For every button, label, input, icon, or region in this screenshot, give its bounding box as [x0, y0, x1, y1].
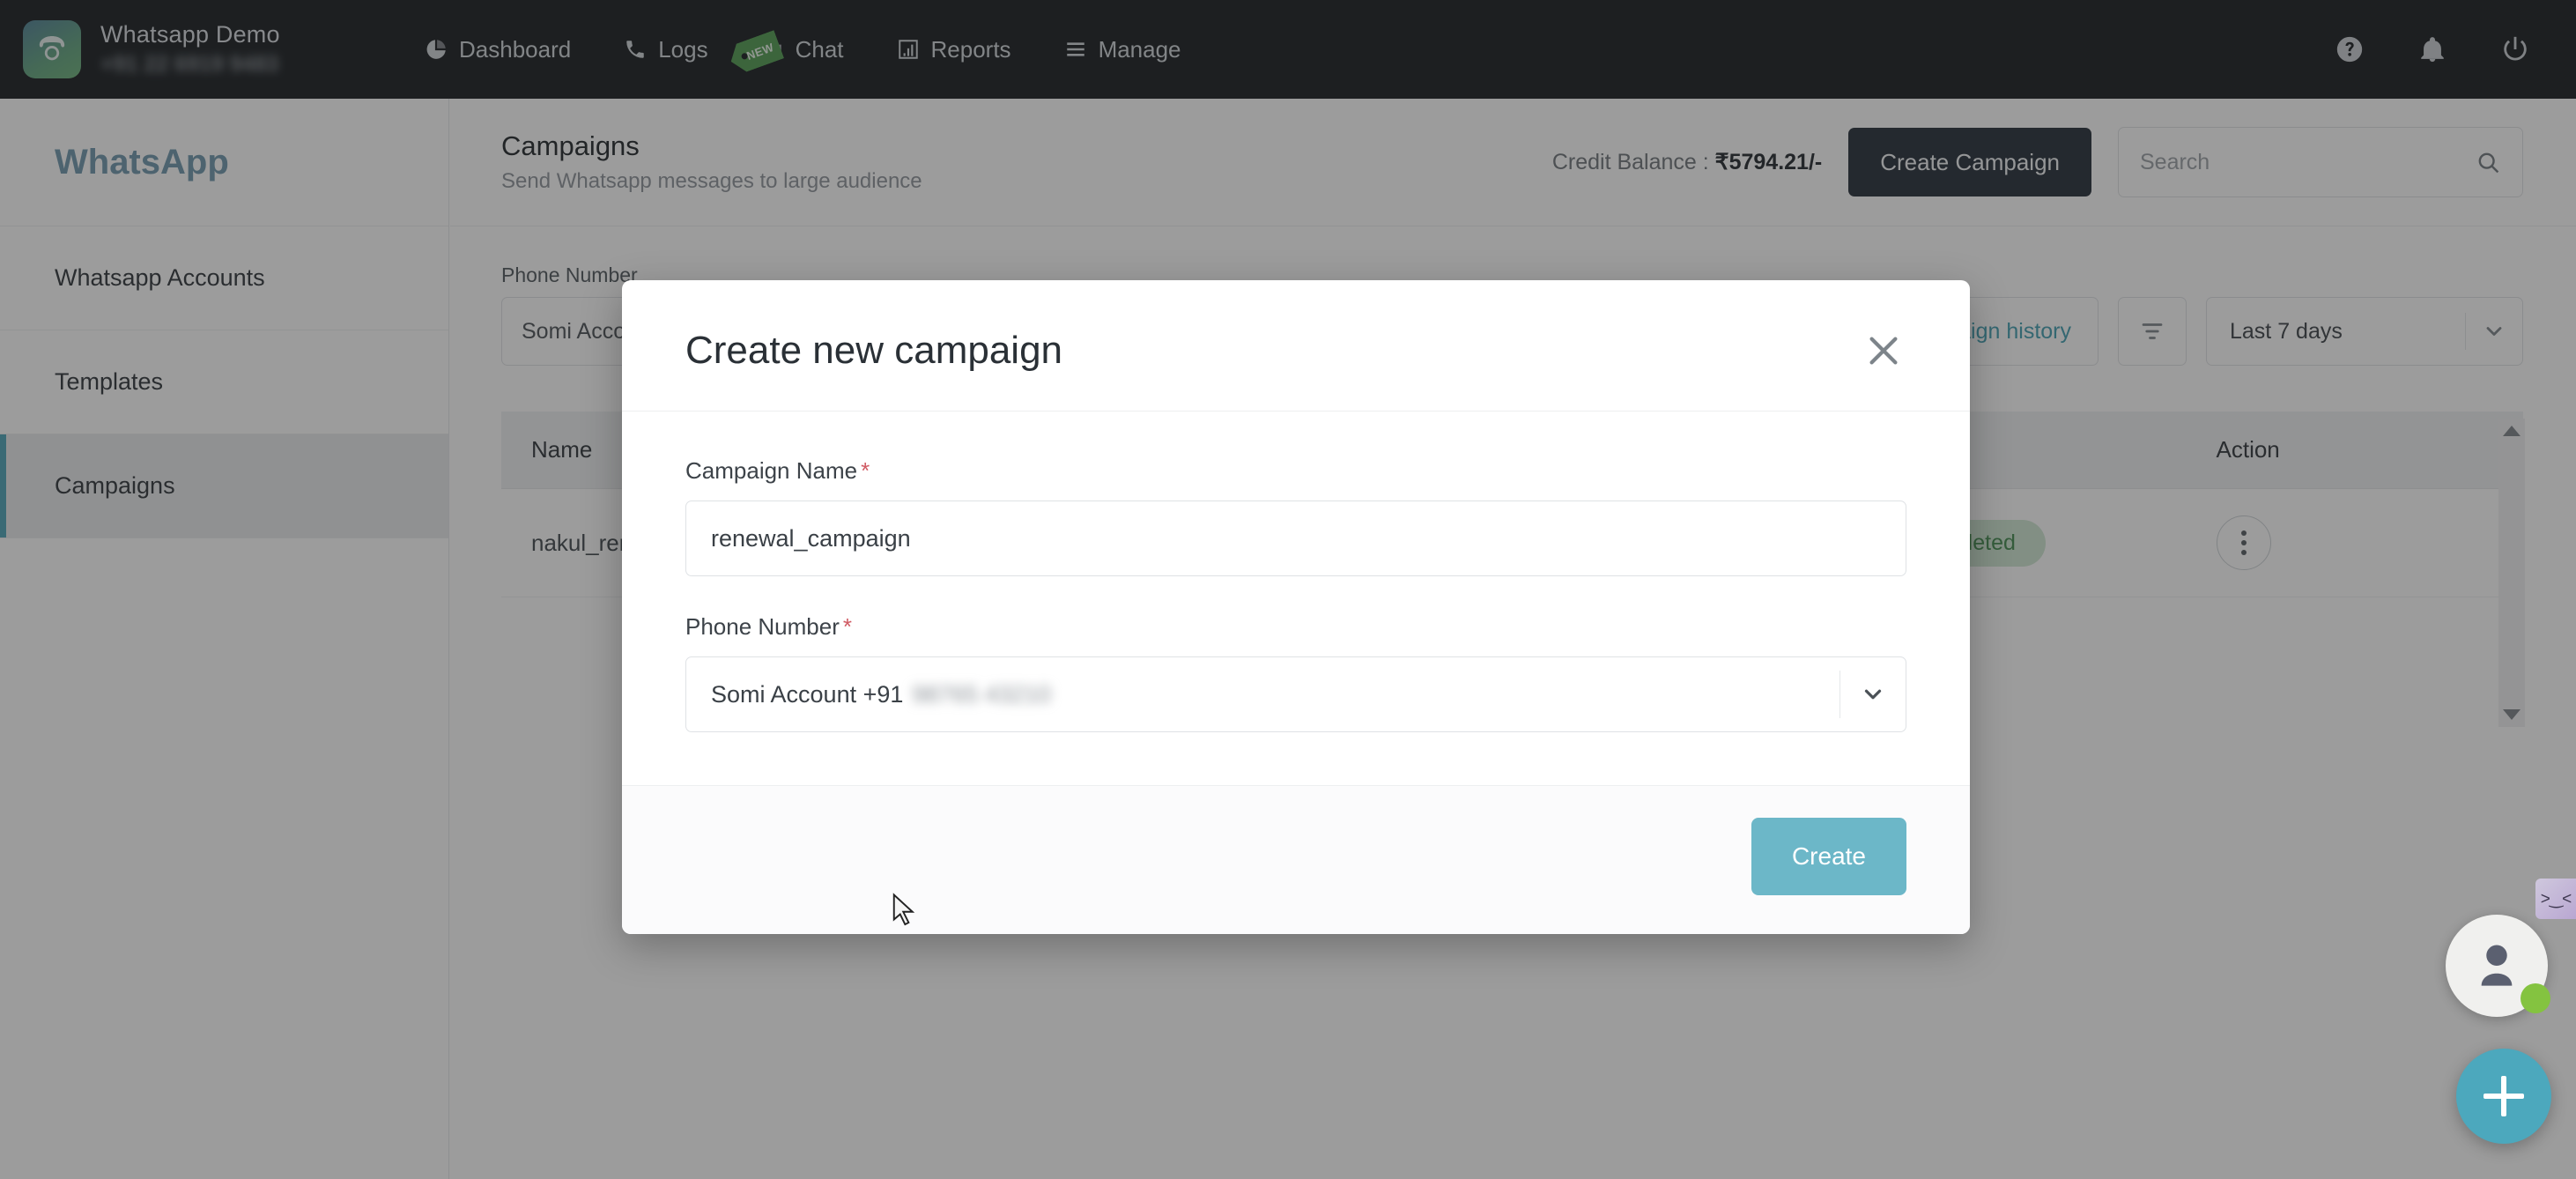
phone-number-selected-text: Somi Account +91 — [711, 681, 903, 708]
campaign-name-group: Campaign Name* — [685, 457, 1906, 576]
phone-number-masked-digits: 98765 43210 — [912, 681, 1051, 708]
phone-number-select[interactable]: Somi Account +91 98765 43210 — [685, 656, 1906, 732]
online-status-dot — [2520, 983, 2550, 1013]
campaign-name-input[interactable] — [685, 501, 1906, 576]
floating-action-button[interactable] — [2456, 1049, 2551, 1144]
app-root: Whatsapp Demo +91 22 6919 9483 Dashboard… — [0, 0, 2576, 1179]
modal-header: Create new campaign — [622, 280, 1970, 412]
user-avatar-icon — [2469, 938, 2525, 994]
chat-widget-avatar[interactable] — [2446, 915, 2548, 1017]
required-asterisk: * — [843, 613, 852, 640]
create-campaign-modal: Create new campaign Campaign Name* Phone… — [622, 280, 1970, 934]
campaign-name-label-text: Campaign Name — [685, 457, 857, 484]
phone-number-label: Phone Number* — [685, 613, 1906, 641]
create-button[interactable]: Create — [1751, 818, 1906, 895]
phone-number-group: Phone Number* Somi Account +91 98765 432… — [685, 613, 1906, 732]
campaign-name-label: Campaign Name* — [685, 457, 1906, 485]
modal-body: Campaign Name* Phone Number* Somi Accoun… — [622, 412, 1970, 785]
chat-widget-tab[interactable]: >‿< — [2535, 879, 2576, 919]
modal-footer: Create — [622, 785, 1970, 934]
modal-close-button[interactable] — [1861, 328, 1906, 374]
phone-number-selected-value: Somi Account +91 98765 43210 — [711, 681, 1051, 708]
modal-title: Create new campaign — [685, 329, 1062, 373]
required-asterisk: * — [861, 457, 870, 484]
chevron-down-icon — [1840, 681, 1906, 708]
phone-number-label-text: Phone Number — [685, 613, 840, 640]
close-icon — [1863, 330, 1904, 371]
